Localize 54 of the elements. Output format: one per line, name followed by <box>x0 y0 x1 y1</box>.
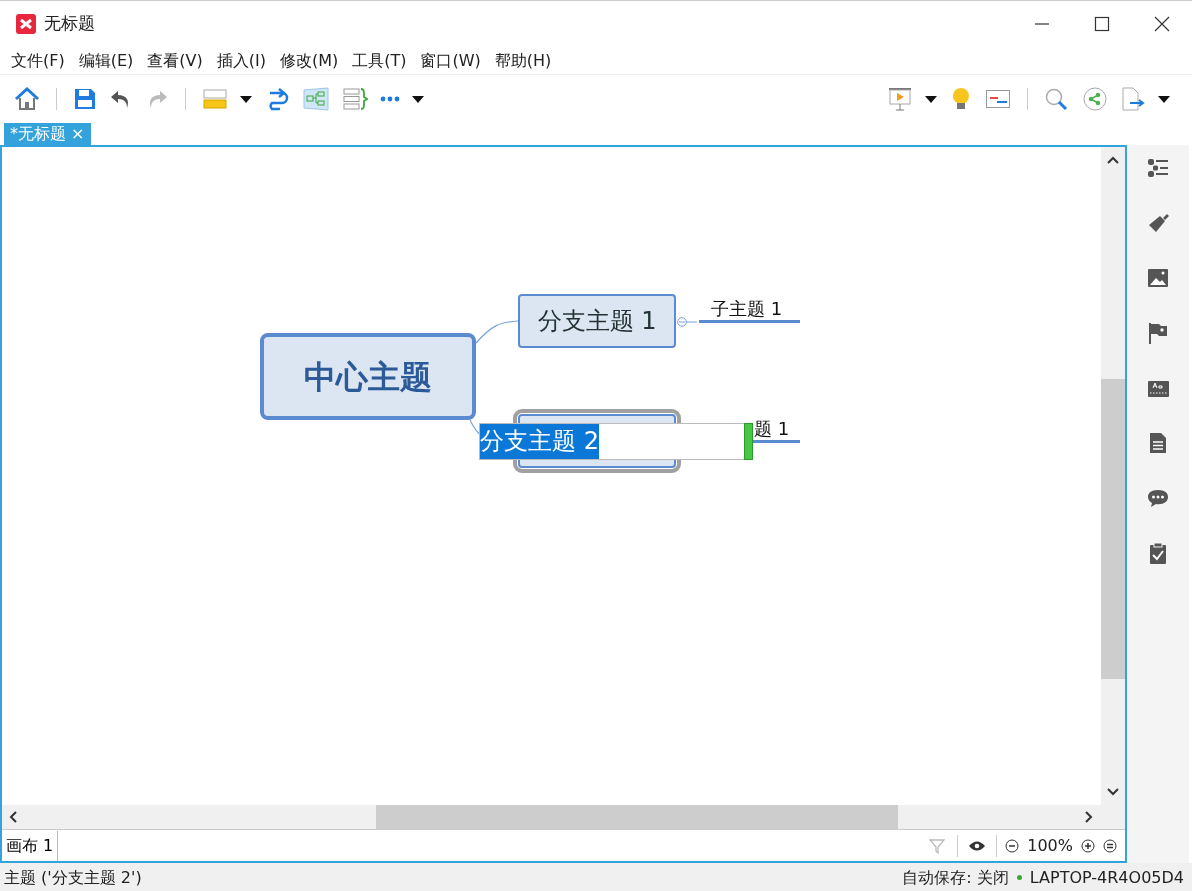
zoom-level: 100% <box>1027 834 1073 857</box>
search-icon <box>1044 87 1070 111</box>
zoom-in-icon[interactable] <box>1081 838 1095 853</box>
comment-icon[interactable] <box>1147 487 1169 509</box>
minimize-icon <box>1033 23 1051 25</box>
close-icon <box>1153 16 1171 32</box>
collapse-icon[interactable] <box>677 317 697 327</box>
share-icon <box>1082 87 1108 111</box>
computer-name: LAPTOP-4R4O05D4 <box>1029 866 1184 889</box>
summary-icon <box>342 87 368 111</box>
more-icon <box>380 96 400 102</box>
app-logo-icon <box>16 14 36 34</box>
menu-item[interactable]: 文件(F) <box>4 48 72 73</box>
dropdown-icon <box>412 95 424 103</box>
branch-topic[interactable]: 分支主题 1 <box>518 294 676 348</box>
clipboard-check-icon[interactable] <box>1147 542 1169 564</box>
presentation-icon <box>887 87 913 111</box>
outline-icon[interactable] <box>1147 157 1169 179</box>
subtopic-label[interactable]: 题 1 <box>754 415 790 442</box>
resize-handle[interactable] <box>744 423 753 460</box>
export-icon <box>1120 87 1146 111</box>
eye-icon[interactable] <box>968 839 987 852</box>
image-icon[interactable] <box>1147 267 1169 289</box>
maximize-icon <box>1093 16 1111 32</box>
menu-item[interactable]: 工具(T) <box>345 48 414 73</box>
menu-item[interactable]: 插入(I) <box>209 48 273 73</box>
brush-icon[interactable] <box>1147 212 1169 234</box>
central-topic[interactable]: 中心主题 <box>260 333 476 420</box>
menu-item[interactable]: 帮助(H) <box>487 48 559 73</box>
menu-item[interactable]: 修改(M) <box>272 48 346 73</box>
note-icon[interactable] <box>1147 432 1169 454</box>
selection-status: 主题 ('分支主题 2') <box>4 866 142 889</box>
boundary-icon <box>302 87 330 111</box>
fit-icon[interactable] <box>1103 838 1117 853</box>
insert-topic-icon <box>202 87 228 111</box>
online-dot-icon <box>1016 875 1022 880</box>
horizontal-scrollbar[interactable] <box>2 805 1125 829</box>
subtopic-label[interactable]: 子主题 1 <box>711 295 783 322</box>
vertical-scrollbar[interactable] <box>1101 147 1125 805</box>
zoom-out-icon[interactable] <box>1005 838 1020 853</box>
dropdown-icon <box>1158 95 1170 103</box>
connector-line <box>475 320 519 344</box>
menu-item[interactable]: 查看(V) <box>140 48 210 73</box>
autosave-status: 自动保存: 关闭 <box>902 866 1009 889</box>
menu-item[interactable]: 编辑(E) <box>71 48 141 73</box>
flag-icon[interactable] <box>1147 322 1169 344</box>
window-title: 无标题 <box>44 12 95 36</box>
save-icon <box>73 87 97 111</box>
menu-item[interactable]: 窗口(W) <box>413 48 488 73</box>
gantt-icon <box>985 87 1011 111</box>
dropdown-icon <box>240 95 252 103</box>
home-icon <box>14 87 40 111</box>
topic-edit-popup[interactable]: 分支主题 2 <box>479 423 752 460</box>
dropdown-icon <box>925 95 937 103</box>
